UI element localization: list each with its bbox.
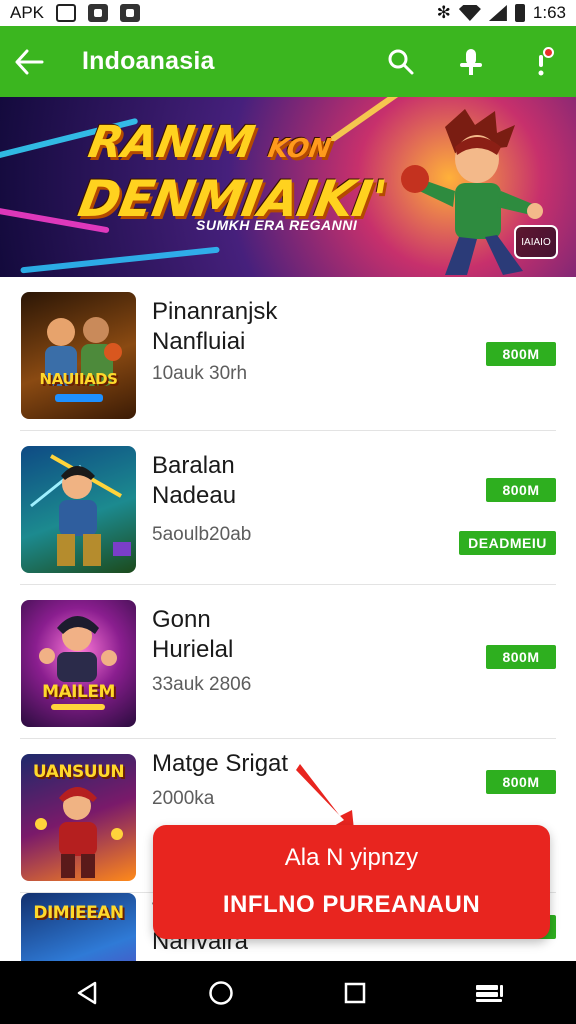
- menu-lines-icon: [476, 984, 503, 1002]
- search-icon: [388, 49, 414, 74]
- image-icon: [56, 4, 77, 22]
- app-title: Indoanasia: [82, 47, 215, 75]
- item-title-line: Matge Srigat: [152, 750, 289, 777]
- list-item[interactable]: MAILEM Gonn Hurielal 33auk 2806 800M: [20, 585, 556, 739]
- wifi-icon: [458, 5, 481, 21]
- popup-message: Ala N yipnzy: [284, 844, 419, 871]
- nav-home-button[interactable]: [191, 963, 251, 1023]
- back-arrow-icon: [15, 49, 44, 74]
- microphone-icon: [460, 48, 482, 75]
- item-meta: 2000ka: [152, 788, 215, 809]
- thumbnail-caption: UANSUUN: [32, 762, 125, 782]
- item-title: Pinanranjsk Nanfluiai: [152, 297, 277, 357]
- install-button[interactable]: 800M: [486, 478, 556, 502]
- banner-badge[interactable]: IAIAIO: [514, 225, 558, 259]
- app-bar-actions: [366, 26, 576, 97]
- status-left: APK: [10, 3, 141, 23]
- install-button[interactable]: 800M: [486, 770, 556, 794]
- status-time: 1:63: [532, 3, 566, 22]
- app-bar: Indoanasia: [0, 26, 576, 97]
- item-title: Baralan Nadeau: [152, 451, 236, 511]
- promo-banner[interactable]: RANIM KON DENMIAIKI' SUMKH ERA REGANNI I…: [0, 97, 576, 277]
- recents-square-icon: [344, 982, 366, 1003]
- system-nav-bar: [0, 961, 576, 1024]
- item-title-line: Nanfluiai: [152, 328, 246, 355]
- notification-badge: [543, 47, 554, 58]
- battery-icon: [514, 4, 525, 22]
- thumbnail-art: [45, 317, 122, 402]
- item-title-line: Baralan: [152, 452, 235, 479]
- banner-subtitle: SUMKH ERA REGANNI: [196, 217, 358, 233]
- item-title-line: Gonn: [152, 606, 211, 633]
- voice-button[interactable]: [436, 26, 506, 97]
- status-bar: APK ✻ 1:63: [0, 0, 576, 26]
- list-item[interactable]: NAUIIADS Pinanranjsk Nanfluiai 10auk 30r…: [20, 277, 556, 431]
- banner-title-line1: RANIM: [84, 117, 259, 168]
- nav-recents-button[interactable]: [325, 963, 385, 1023]
- install-button[interactable]: 800M: [486, 645, 556, 669]
- item-meta: 10auk 30rh: [152, 363, 248, 384]
- thumbnail-caption: DIMIEEAN: [33, 903, 124, 923]
- banner-title: RANIM KON DENMIAIKI': [74, 117, 400, 228]
- install-button[interactable]: 800M: [486, 342, 556, 366]
- nav-menu-button[interactable]: [459, 963, 519, 1023]
- item-title-line: Hurielal: [152, 636, 234, 663]
- status-right: ✻ 1:63: [437, 3, 566, 23]
- notification-button[interactable]: [506, 26, 576, 97]
- popup-action-label[interactable]: INFLNO PUREANAUN: [153, 891, 550, 919]
- item-title-line: Nadeau: [152, 482, 237, 509]
- screen: APK ✻ 1:63 Indoanasia RANIM KON DENMIAIK…: [0, 0, 576, 1024]
- camera-icon: [120, 4, 141, 22]
- item-title-line: Pinanranjsk: [152, 298, 278, 325]
- list-item[interactable]: Baralan Nadeau 5aoulb20ab 800M DEADMEIU: [20, 431, 556, 585]
- download-button[interactable]: DEADMEIU: [459, 531, 556, 555]
- thumbnail-art: [30, 454, 131, 566]
- thumbnail-caption: NAUIIADS: [39, 370, 118, 388]
- thumbnail-art: [39, 616, 117, 710]
- back-button[interactable]: [0, 26, 58, 97]
- thumbnail-caption: MAILEM: [42, 682, 115, 702]
- item-meta: 33auk 2806: [152, 674, 252, 695]
- search-button[interactable]: [366, 26, 436, 97]
- home-circle-icon: [209, 980, 233, 1005]
- item-title: Matge Srigat: [152, 749, 288, 779]
- light-ray: [20, 246, 220, 274]
- bluetooth-icon: ✻: [436, 3, 451, 22]
- status-label: APK: [10, 3, 45, 22]
- game-thumbnail[interactable]: [21, 446, 136, 573]
- signal-icon: [488, 5, 507, 21]
- game-thumbnail[interactable]: MAILEM: [21, 600, 136, 727]
- item-title: Gonn Hurielal: [152, 605, 233, 665]
- game-thumbnail[interactable]: NAUIIADS: [21, 292, 136, 419]
- gallery-icon: [88, 4, 109, 22]
- nav-back-button[interactable]: [57, 963, 117, 1023]
- back-triangle-icon: [77, 981, 97, 1004]
- item-meta: 5aoulb20ab: [152, 524, 252, 545]
- banner-title-small: KON: [265, 134, 334, 164]
- game-thumbnail[interactable]: UANSUUN: [21, 754, 136, 881]
- promo-popup[interactable]: Ala N yipnzy INFLNO PUREANAUN: [153, 825, 550, 939]
